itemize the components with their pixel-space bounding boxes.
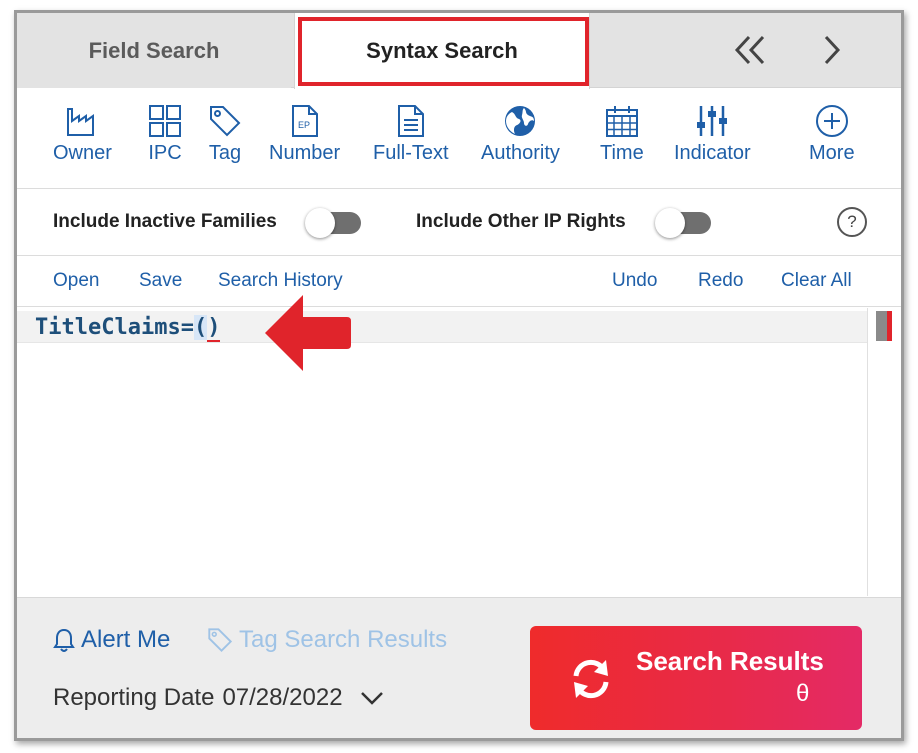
alert-me-label: Alert Me [81,626,171,653]
tool-number-label: Number [269,142,341,164]
tag-search-results-link[interactable]: Tag Search Results [207,626,447,654]
query-text[interactable]: TitleClaims=() [35,315,221,342]
tool-indicator[interactable]: Indicator [674,103,751,165]
query-field-name: TitleClaims= [35,315,194,340]
inactive-families-label: Include Inactive Families [53,211,277,232]
open-paren: ( [193,315,208,340]
clear-all-link[interactable]: Clear All [781,270,852,292]
tool-more-label: More [809,142,855,164]
calendar-icon [604,103,640,139]
help-icon[interactable]: ? [837,207,867,237]
toggle-knob [655,208,685,238]
other-ip-rights-toggle[interactable] [655,208,711,238]
field-tool-row: Owner IPC Tag EP Number Full-Text Author… [17,89,901,189]
reporting-date-selector[interactable]: Reporting Date 07/28/2022 [53,684,385,712]
tab-syntax-search[interactable]: Syntax Search [294,13,590,89]
tool-authority[interactable]: Authority [481,103,560,165]
chevron-down-icon [359,690,385,706]
svg-text:EP: EP [298,120,310,130]
undo-link[interactable]: Undo [612,270,657,292]
open-link[interactable]: Open [53,270,99,292]
tool-number[interactable]: EP Number [269,103,340,165]
document-icon [393,103,429,139]
footer-bar: Alert Me Tag Search Results Reporting Da… [17,597,901,738]
reporting-date-value: 07/28/2022 [222,684,343,711]
grid-icon [147,103,183,139]
alert-me-link[interactable]: Alert Me [53,626,170,654]
options-row: Include Inactive Families Include Other … [17,190,901,256]
tool-tag[interactable]: Tag [207,103,243,165]
tool-more[interactable]: More [809,103,855,165]
redo-link[interactable]: Redo [698,270,743,292]
annotation-arrow-icon [263,291,353,380]
editor-scrollbar[interactable] [867,308,901,596]
tool-tag-label: Tag [208,142,242,164]
chevron-right-icon[interactable] [807,25,857,75]
search-results-button[interactable]: Search Results θ [530,626,862,730]
globe-icon [502,103,538,139]
theta-symbol: θ [796,680,810,707]
close-paren: ) [207,315,221,342]
refresh-icon [568,656,614,707]
scrollbar-thumb[interactable] [876,311,892,341]
ep-document-icon: EP [287,103,323,139]
factory-icon [64,103,100,139]
tag-icon [207,627,233,653]
tab-field-search[interactable]: Field Search [17,13,291,88]
tool-full-text-label: Full-Text [373,142,449,164]
bell-icon [53,627,75,653]
double-chevron-left-icon[interactable] [725,25,775,75]
other-ip-rights-label: Include Other IP Rights [416,211,626,232]
tool-time[interactable]: Time [600,103,644,165]
syntax-editor[interactable]: TitleClaims=() [17,308,867,596]
reporting-date-label: Reporting Date [53,684,215,711]
search-history-link[interactable]: Search History [218,270,343,292]
tool-authority-label: Authority [481,142,560,164]
inactive-families-toggle[interactable] [305,208,361,238]
tool-full-text[interactable]: Full-Text [373,103,449,165]
toggle-knob [305,208,335,238]
tag-search-results-label: Tag Search Results [239,626,448,653]
tool-owner-label: Owner [53,142,112,164]
tool-time-label: Time [600,142,644,164]
tool-ipc[interactable]: IPC [147,103,183,165]
sliders-icon [694,103,730,139]
tag-icon [207,103,243,139]
search-results-label: Search Results [636,646,824,676]
editor-actions-row: Open Save Search History Undo Redo Clear… [17,257,901,307]
tab-bar: Field Search Syntax Search [17,13,901,89]
tool-ipc-label: IPC [148,142,182,164]
save-link[interactable]: Save [139,270,182,292]
tool-owner[interactable]: Owner [53,103,112,165]
plus-circle-icon [814,103,850,139]
tool-indicator-label: Indicator [674,142,751,164]
search-panel: Field Search Syntax Search Owner IPC Tag… [14,10,904,741]
